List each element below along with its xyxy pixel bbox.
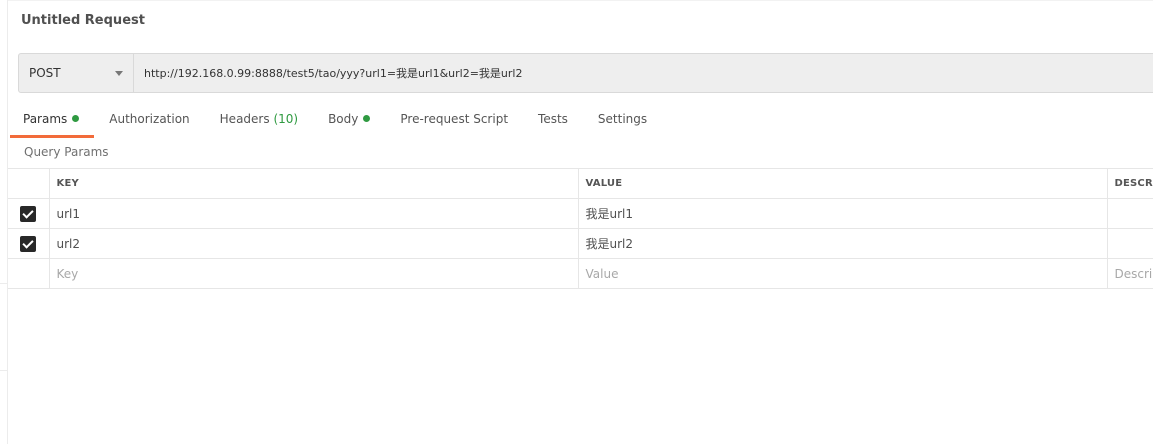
new-key-input[interactable]: Key [48,258,579,289]
value-column-header: VALUE [577,168,1108,199]
url-input[interactable]: http://192.168.0.99:8888/test5/tao/yyy?u… [134,65,522,81]
method-select[interactable]: POST [19,54,134,92]
sidebar-edge [0,0,8,444]
param-description-cell[interactable] [1106,198,1153,229]
tab-settings-label: Settings [597,112,648,126]
table-row: url1 我是url1 [8,198,1153,229]
new-value-input[interactable]: Value [577,258,1108,289]
param-key-cell[interactable]: url1 [48,198,579,229]
param-value-cell[interactable]: 我是url2 [577,228,1108,259]
tab-strip-edge [8,0,1153,1]
tab-pre-request-script[interactable]: Pre-request Script [385,108,523,136]
param-description-cell[interactable] [1106,228,1153,259]
checkbox-checked-icon[interactable] [20,205,37,222]
row-checkbox-cell [8,228,50,259]
row-checkbox-cell [8,198,50,229]
url-bar: POST http://192.168.0.99:8888/test5/tao/… [18,53,1153,93]
table-row-new: Key Value Description [8,258,1153,289]
request-tabs: Params Authorization Headers (10) Body P… [8,108,662,138]
query-params-table: KEY VALUE DESCRIPTION url1 我是url1 url2 我… [8,168,1153,289]
request-editor: Untitled Request POST http://192.168.0.9… [0,0,1153,444]
tab-params[interactable]: Params [8,108,95,138]
checkbox-column-header [8,168,50,199]
table-row: url2 我是url2 [8,228,1153,259]
active-indicator-dot-icon [72,115,80,122]
param-key-cell[interactable]: url2 [48,228,579,259]
tab-pre-request-label: Pre-request Script [400,112,509,126]
tab-tests-label: Tests [538,112,568,126]
tab-headers[interactable]: Headers (10) [205,108,313,136]
table-header-row: KEY VALUE DESCRIPTION [8,168,1153,199]
tab-headers-label: Headers [219,112,270,126]
tab-authorization[interactable]: Authorization [94,108,204,136]
new-description-input[interactable]: Description [1106,258,1153,289]
param-value-cell[interactable]: 我是url1 [577,198,1108,229]
headers-count: (10) [273,112,299,126]
tab-settings[interactable]: Settings [583,108,662,136]
tab-params-label: Params [23,112,68,126]
row-checkbox-cell-empty [8,258,50,289]
request-title[interactable]: Untitled Request [21,13,145,28]
chevron-down-icon [115,70,123,76]
key-column-header: KEY [48,168,579,199]
sidebar-divider [0,283,8,284]
method-label: POST [29,66,61,80]
tab-body-label: Body [328,112,359,126]
query-params-title: Query Params [24,145,109,159]
active-indicator-dot-icon [363,115,371,122]
sidebar-divider [0,370,8,371]
tab-tests[interactable]: Tests [523,108,583,136]
tab-authorization-label: Authorization [109,112,190,126]
tab-body[interactable]: Body [313,108,385,136]
checkbox-checked-icon[interactable] [20,235,37,252]
description-column-header: DESCRIPTION [1106,168,1153,199]
